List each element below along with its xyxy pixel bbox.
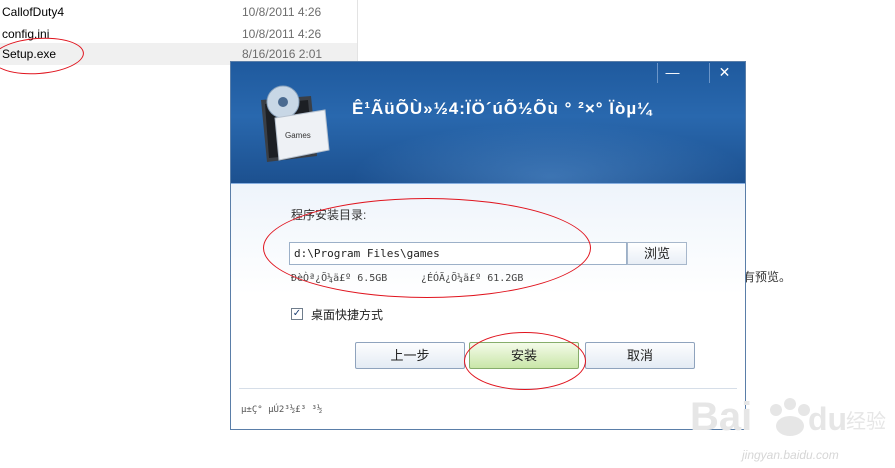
preview-note: 有预览。 xyxy=(743,270,792,284)
close-button[interactable]: ✕ xyxy=(709,63,739,83)
desktop-shortcut-label[interactable]: 桌面快捷方式 xyxy=(311,306,383,323)
file-row[interactable]: config.ini 10/8/2011 4:26 xyxy=(0,23,357,45)
footer-divider xyxy=(239,388,737,389)
minimize-button[interactable]: — xyxy=(657,63,687,83)
file-name: CallofDuty4 xyxy=(2,5,65,19)
file-date: 10/8/2011 4:26 xyxy=(242,5,322,19)
games-folder-icon: Games xyxy=(261,85,330,162)
browse-button[interactable]: 浏览 xyxy=(627,242,687,265)
space-available-text: ¿ÉÓÃ¿Õ¼ä£º 61.2GB xyxy=(421,273,524,284)
space-required-text: ÐèÒª¿Õ¼ä£º 6.5GB xyxy=(291,273,388,284)
games-icon-label: Games xyxy=(285,131,311,140)
file-row[interactable]: CallofDuty4 10/8/2011 4:26 xyxy=(0,1,357,23)
watermark-url: jingyan.baidu.com xyxy=(742,448,839,462)
file-date: 10/8/2011 4:26 xyxy=(242,27,322,41)
svg-text:du: du xyxy=(808,401,847,437)
install-button[interactable]: 安装 xyxy=(469,342,579,369)
svg-text:Bai: Bai xyxy=(690,395,752,439)
svg-text:经验: 经验 xyxy=(846,409,886,433)
file-list: CallofDuty4 10/8/2011 4:26 config.ini 10… xyxy=(0,0,358,66)
desktop-shortcut-checkbox[interactable]: ✓ xyxy=(291,308,303,320)
dialog-banner: Games Ê¹ÃüÕÙ»½4:ÏÖ´úÕ½Õù ° ²×° Ïòµ¼ — ✕ xyxy=(231,62,745,232)
back-button[interactable]: 上一步 xyxy=(355,342,465,369)
installer-dialog: Games Ê¹ÃüÕÙ»½4:ÏÖ´úÕ½Õù ° ²×° Ïòµ¼ — ✕ … xyxy=(230,61,746,430)
file-name: config.ini xyxy=(2,27,50,41)
install-path-input[interactable]: d:\Program Files\games xyxy=(289,242,627,265)
install-dir-label: 程序安装目录: xyxy=(291,208,367,222)
footer-status-text: µ±Ç° µÚ2³½£­³ ³½ xyxy=(241,405,323,415)
dialog-title: Ê¹ÃüÕÙ»½4:ÏÖ´úÕ½Õù ° ²×° Ïòµ¼ xyxy=(352,99,653,118)
file-name: Setup.exe xyxy=(2,47,57,61)
cancel-button[interactable]: 取消 xyxy=(585,342,695,369)
